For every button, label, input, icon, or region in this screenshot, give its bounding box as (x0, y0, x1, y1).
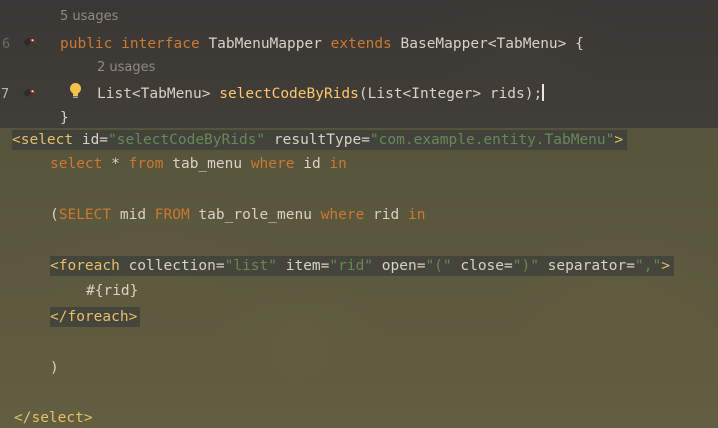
select-close-tag[interactable]: </select> (14, 408, 93, 428)
attr-close: close= (451, 258, 513, 274)
sql-close-paren: ) (50, 360, 59, 376)
keyword-extends: extends (330, 36, 392, 52)
tag-end: > (614, 132, 624, 148)
lightbulb-icon[interactable] (69, 82, 82, 100)
sql-keyword: in (407, 207, 426, 223)
attr-separator: separator= (538, 258, 635, 274)
tag-end: > (661, 258, 670, 274)
attr-item: item= (277, 258, 330, 274)
interface-name: TabMenuMapper (208, 36, 322, 52)
sql-keyword: where (250, 156, 295, 172)
attr-id-value: "selectCodeByRids" (108, 132, 266, 148)
mapper-bird-icon[interactable] (22, 87, 36, 99)
method-declaration[interactable]: List<TabMenu> selectCodeByRids(List<Inte… (97, 84, 544, 104)
method-params: (List<Integer> rids); (358, 86, 543, 102)
sql-table: tab_menu (163, 156, 251, 172)
foreach-open-tag[interactable]: <foreach collection="list" item="rid" op… (50, 256, 674, 276)
attr-separator-value: "," (634, 258, 662, 274)
sql-column: id (294, 156, 330, 172)
tag-name: <foreach (50, 258, 120, 274)
attr-open: open= (373, 258, 426, 274)
line-number: 7 (1, 86, 10, 102)
attr-result-type-value: "com.example.entity.TabMenu" (369, 132, 615, 148)
attr-collection: collection= (119, 258, 225, 274)
mybatis-param: #{rid} (86, 283, 139, 299)
interface-declaration: public interface TabMenuMapper extends B… (60, 34, 584, 54)
foreach-close-tag[interactable]: </foreach> (50, 307, 141, 327)
keyword-public: public (60, 36, 113, 52)
closing-brace: } (60, 110, 69, 126)
sql-keyword: SELECT (58, 207, 112, 223)
mapper-bird-icon[interactable] (22, 36, 36, 48)
sql-keyword: FROM (154, 207, 190, 223)
attr-collection-value: "list" (224, 258, 277, 274)
line-number: 6 (2, 36, 11, 52)
attr-close-value: ")" (512, 258, 539, 274)
text-caret (542, 84, 544, 101)
xml-mapper-pane[interactable]: <select id="selectCodeByRids" resultType… (0, 128, 718, 428)
sql-column: mid (111, 207, 155, 223)
java-editor-pane[interactable]: 5 usages 6 public interface TabMenuMappe… (0, 0, 718, 128)
usages-hint[interactable]: 2 usages (97, 58, 155, 78)
attr-open-value: "(" (425, 258, 452, 274)
sql-line-select: select * from tab_menu where id in (50, 154, 347, 174)
sql-keyword: select (50, 156, 103, 172)
sql-keyword: in (329, 156, 347, 172)
sql-table: tab_role_menu (189, 207, 321, 223)
sql-paren: ( (50, 207, 59, 223)
sql-keyword: where (320, 207, 365, 223)
attr-result-type: resultType= (265, 132, 370, 148)
attr-item-value: "rid" (329, 258, 374, 274)
sql-line-subquery: (SELECT mid FROM tab_role_menu where rid… (50, 205, 425, 225)
select-open-tag[interactable]: <select id="selectCodeByRids" resultType… (12, 130, 628, 150)
base-class: BaseMapper<TabMenu> { (400, 36, 584, 52)
method-name[interactable]: selectCodeByRids (219, 86, 359, 102)
tag-name: <select (12, 132, 74, 148)
usages-hint[interactable]: 5 usages (60, 7, 118, 27)
keyword-interface: interface (121, 36, 200, 52)
sql-keyword: from (128, 156, 164, 172)
return-type: List<TabMenu> (97, 86, 220, 102)
attr-id: id= (73, 132, 109, 148)
sql-text: * (102, 156, 129, 172)
sql-column: rid (364, 207, 408, 223)
